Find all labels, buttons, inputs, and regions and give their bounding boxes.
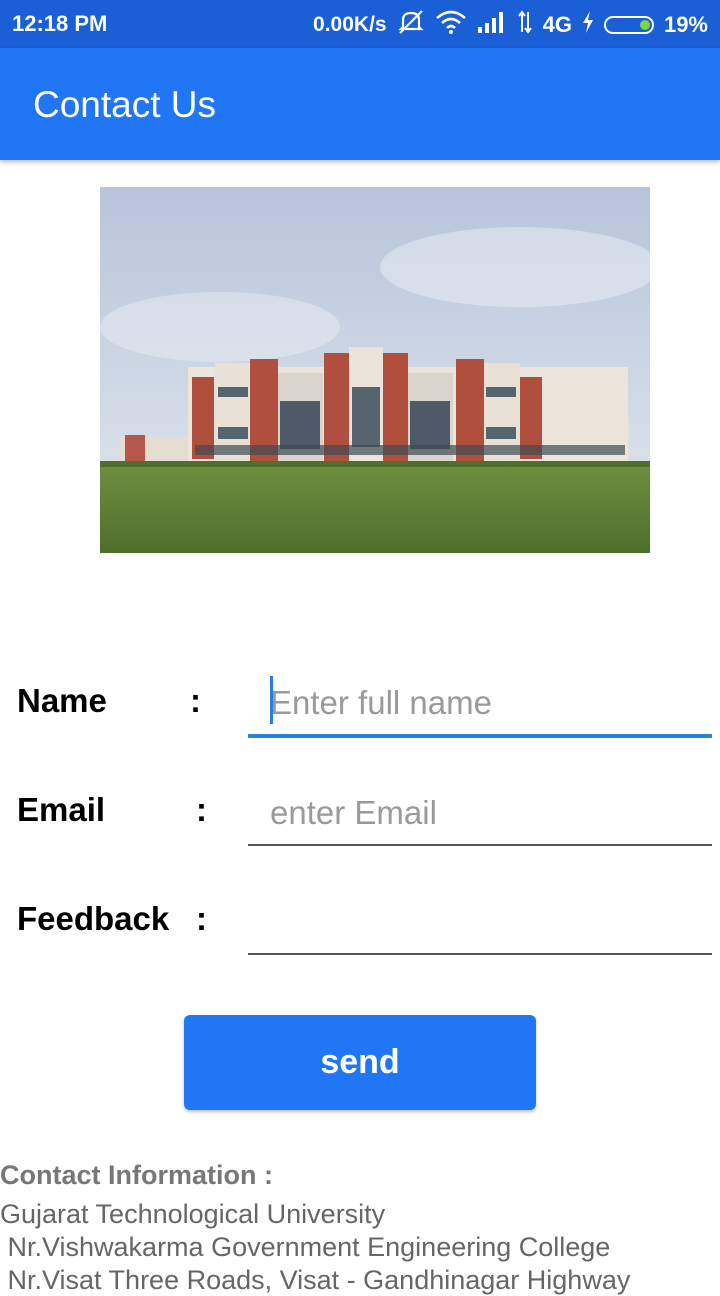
contact-info-line: Nr.Visat Three Roads, Visat - Gandhinaga… — [0, 1265, 631, 1295]
page-title: Contact Us — [33, 84, 217, 125]
name-field[interactable] — [248, 672, 712, 738]
battery-icon — [603, 16, 654, 34]
name-colon: : — [190, 682, 201, 719]
app-bar: Contact Us — [0, 48, 720, 160]
charging-icon — [582, 11, 594, 39]
status-icons: 0.00K/s 4G 19% — [313, 9, 708, 41]
contact-info-line: Nr.Vishwakarma Government Engineering Co… — [0, 1232, 611, 1262]
feedback-input[interactable] — [248, 890, 712, 953]
send-button[interactable]: send — [184, 1015, 536, 1110]
data-arrows-icon — [517, 10, 533, 40]
contact-info-heading: Contact Information : — [0, 1160, 273, 1190]
email-field[interactable] — [248, 782, 712, 846]
feedback-colon: : — [196, 900, 207, 937]
status-bar: 12:18 PM 0.00K/s 4G 19% — [0, 0, 720, 48]
net-speed: 0.00K/s — [313, 13, 387, 36]
status-time: 12:18 PM — [12, 11, 108, 36]
wifi-icon — [435, 10, 467, 40]
signal-icon — [477, 11, 507, 39]
text-caret — [270, 676, 273, 724]
battery-percent: 19% — [663, 12, 708, 37]
email-colon: : — [196, 791, 207, 828]
feedback-label: Feedback — [17, 900, 170, 937]
network-type: 4G — [542, 12, 572, 37]
name-input[interactable] — [248, 672, 712, 734]
feedback-field[interactable] — [248, 890, 712, 955]
email-input[interactable] — [248, 782, 712, 844]
email-label: Email — [17, 791, 106, 828]
contact-info-line: Gujarat Technological University — [0, 1199, 386, 1229]
name-label: Name — [17, 682, 107, 719]
university-building-photo — [100, 187, 650, 553]
mute-icon — [397, 9, 425, 41]
